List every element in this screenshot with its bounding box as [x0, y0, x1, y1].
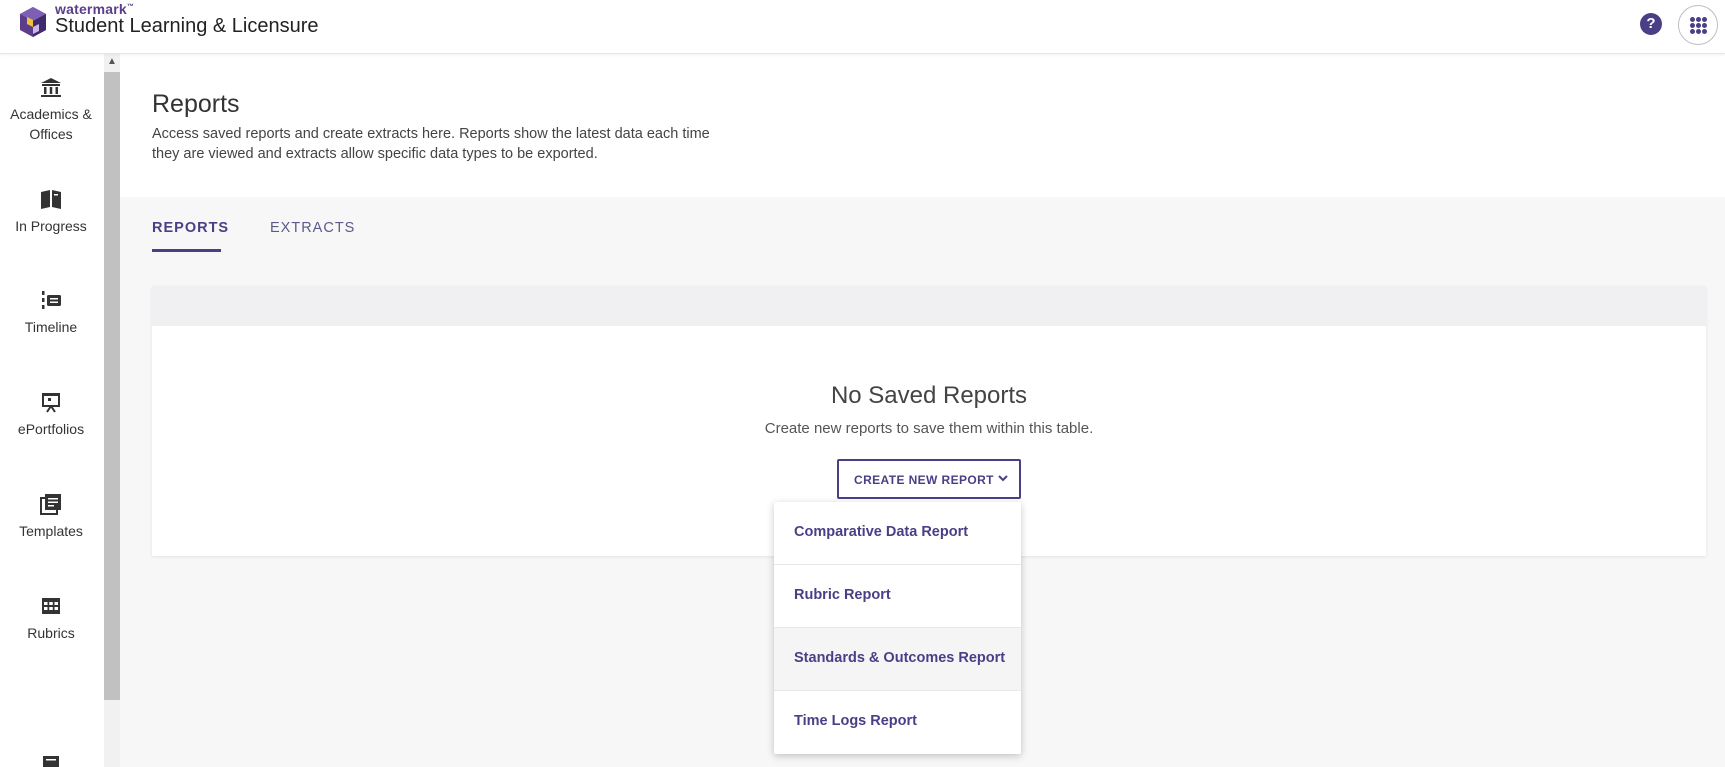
chevron-down-icon: [998, 475, 1008, 482]
sidebar-item-label: ePortfolios: [17, 421, 85, 437]
page-header: Reports Access saved reports and create …: [120, 54, 1725, 197]
menu-item-comparative-data-report[interactable]: Comparative Data Report: [774, 502, 1021, 565]
empty-state-description: Create new reports to save them within t…: [764, 420, 1094, 437]
institution-icon: [41, 78, 61, 97]
page-title: Reports: [152, 90, 240, 118]
menu-item-time-logs-report[interactable]: Time Logs Report: [774, 691, 1021, 754]
sidebar-item-label: In Progress: [15, 218, 87, 234]
sidebar-item-timeline[interactable]: Timeline: [0, 289, 102, 337]
create-report-dropdown: Comparative Data Report Rubric Report St…: [774, 502, 1021, 754]
templates-icon: [40, 494, 61, 515]
presentation-icon: [42, 393, 60, 413]
sidebar-item-in-progress[interactable]: In Progress: [0, 188, 102, 236]
timeline-icon: [42, 291, 61, 309]
tab-extracts[interactable]: EXTRACTS: [270, 220, 355, 236]
menu-item-label: Time Logs Report: [794, 713, 917, 729]
sidebar-item-label: Rubrics: [27, 625, 75, 641]
sidebar-item-more[interactable]: [0, 752, 102, 767]
scroll-thumb[interactable]: [104, 72, 120, 700]
menu-item-rubric-report[interactable]: Rubric Report: [774, 565, 1021, 628]
sidebar-item-label: Timeline: [24, 319, 78, 335]
empty-state-title: No Saved Reports: [830, 382, 1028, 409]
scroll-up-arrow-icon[interactable]: ▲: [104, 54, 120, 70]
menu-item-standards-outcomes-report[interactable]: Standards & Outcomes Report: [774, 628, 1021, 691]
active-tab-indicator: [152, 249, 221, 252]
menu-item-label: Standards & Outcomes Report: [794, 650, 1006, 666]
tab-reports[interactable]: REPORTS: [152, 220, 229, 236]
more-icon: [43, 756, 59, 767]
app-grid-icon: [1690, 17, 1707, 34]
app-title: Student Learning & Licensure: [55, 15, 319, 37]
help-icon[interactable]: ?: [1640, 13, 1662, 35]
top-header: watermark™ Student Learning & Licensure …: [0, 0, 1725, 54]
table-icon: [42, 598, 60, 614]
app-switcher-button[interactable]: [1678, 5, 1718, 45]
sidebar-nav: Academics & Offices In Progress Timeline: [0, 54, 104, 767]
sidebar-item-label: Academics &: [10, 106, 92, 122]
sidebar-item-rubrics[interactable]: Rubrics: [0, 595, 102, 643]
menu-item-label: Comparative Data Report: [794, 524, 969, 540]
sidebar-scrollbar[interactable]: ▲: [104, 54, 120, 767]
create-new-report-label: CREATE NEW REPORT: [854, 473, 994, 487]
table-header: [152, 286, 1706, 326]
book-icon: [41, 190, 61, 209]
page-description: Access saved reports and create extracts…: [152, 126, 710, 162]
sidebar-item-templates[interactable]: Templates: [0, 493, 102, 541]
watermark-logo-icon[interactable]: [18, 5, 48, 39]
sidebar-item-label: Offices: [29, 126, 73, 142]
menu-item-label: Rubric Report: [794, 587, 891, 603]
sidebar-item-academics-offices[interactable]: Academics & Offices: [0, 76, 102, 144]
sidebar-item-eportfolios[interactable]: ePortfolios: [0, 391, 102, 439]
sidebar-item-label: Templates: [19, 523, 83, 539]
create-new-report-button[interactable]: CREATE NEW REPORT: [837, 459, 1021, 499]
